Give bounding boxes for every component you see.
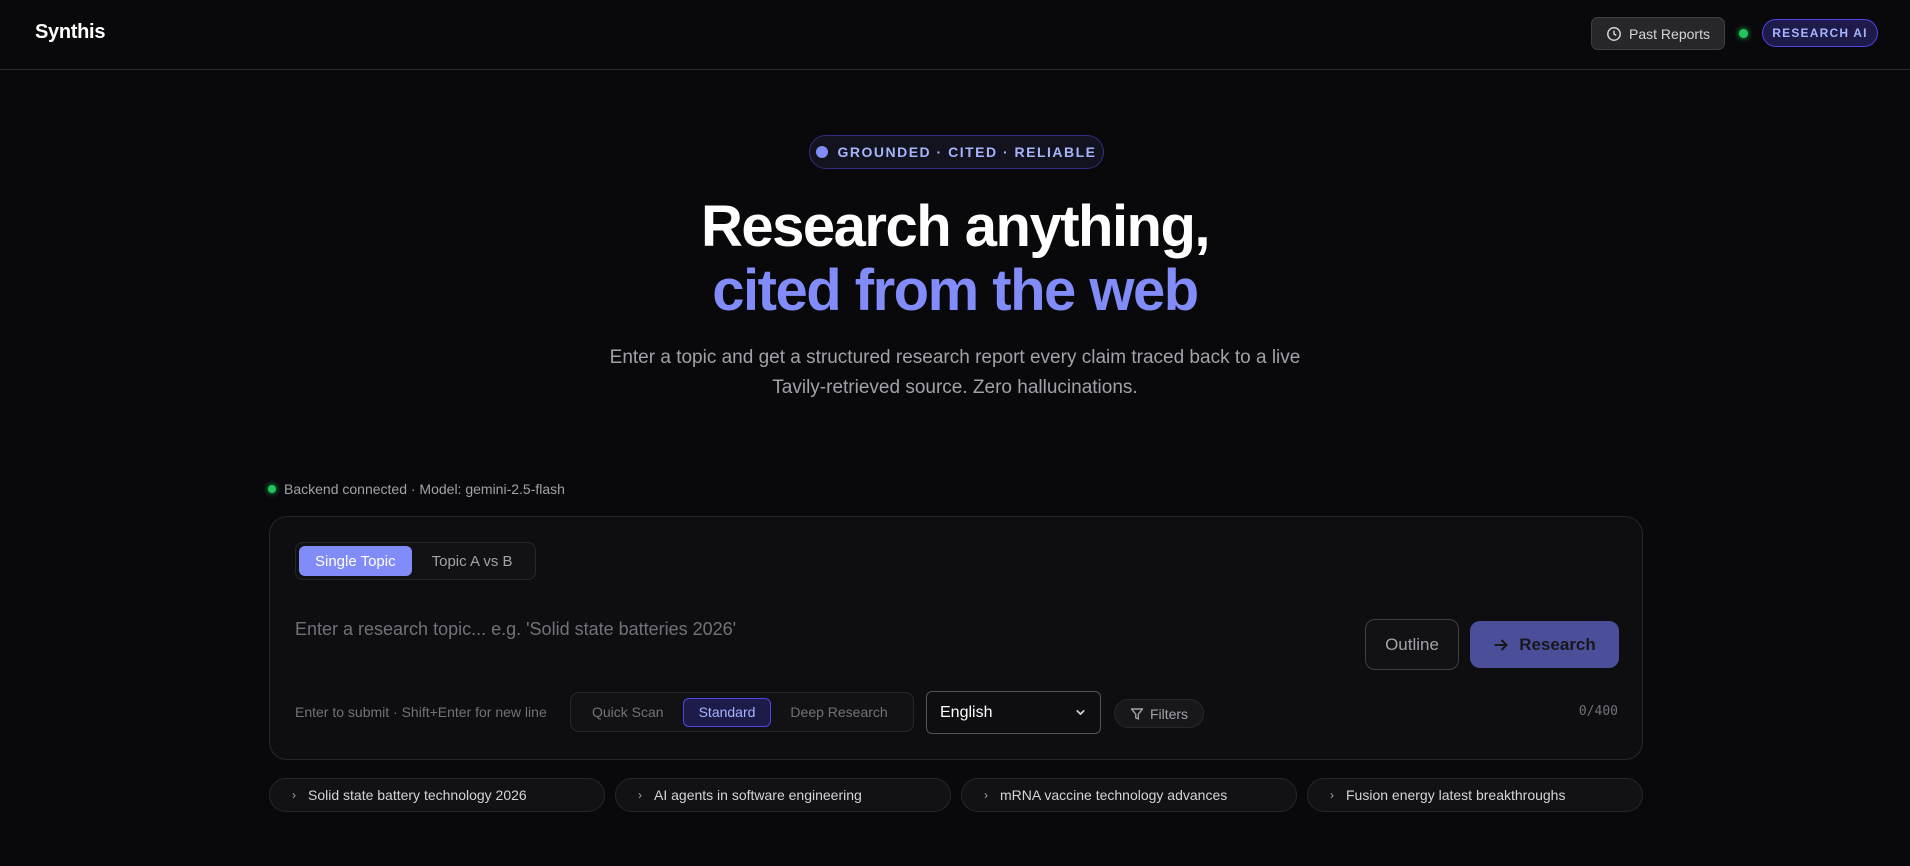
research-ai-badge: RESEARCH AI — [1762, 19, 1878, 47]
suggestion-chip[interactable]: › AI agents in software engineering — [615, 778, 951, 812]
depth-selector: Quick Scan Standard Deep Research — [570, 692, 914, 732]
pill-dot-icon — [816, 146, 829, 158]
chevron-right-icon: › — [1330, 788, 1334, 802]
suggestion-label: Solid state battery technology 2026 — [308, 787, 527, 803]
connected-dot-icon — [268, 485, 276, 493]
chevron-right-icon: › — [638, 788, 642, 802]
suggestion-label: Fusion energy latest breakthroughs — [1346, 787, 1566, 803]
suggestion-chip[interactable]: › Fusion energy latest breakthroughs — [1307, 778, 1643, 812]
language-value: English — [940, 703, 993, 721]
past-reports-button[interactable]: Past Reports — [1591, 17, 1725, 50]
arrow-right-icon — [1494, 639, 1508, 650]
submit-hint: Enter to submit · Shift+Enter for new li… — [295, 704, 547, 720]
filters-label: Filters — [1149, 705, 1189, 722]
chevron-right-icon: › — [292, 788, 296, 802]
suggestion-chip[interactable]: › Solid state battery technology 2026 — [269, 778, 605, 812]
hero-title-accent: cited from the web — [712, 258, 1199, 323]
mode-toggle: Single Topic Topic A vs B — [295, 542, 536, 580]
backend-status-text: Backend connected · Model: gemini-2.5-fl… — [284, 481, 565, 497]
status-indicator — [1739, 29, 1748, 38]
research-label: Research — [1519, 634, 1596, 654]
chevron-right-icon: › — [984, 788, 988, 802]
depth-quick-scan[interactable]: Quick Scan — [577, 698, 679, 727]
mode-single-topic[interactable]: Single Topic — [299, 546, 412, 576]
research-topic-input[interactable] — [295, 613, 1295, 645]
filter-icon — [1130, 707, 1144, 720]
top-bar: Synthis Past Reports RESEARCH AI — [0, 0, 1910, 70]
depth-standard[interactable]: Standard — [682, 697, 772, 727]
suggestion-list: › Solid state battery technology 2026 › … — [269, 778, 1643, 812]
mode-topic-compare[interactable]: Topic A vs B — [416, 546, 529, 576]
char-counter: 0/400 — [1578, 704, 1618, 719]
clock-icon — [1607, 26, 1621, 41]
chevron-down-icon — [1076, 710, 1085, 715]
suggestion-label: mRNA vaccine technology advances — [1000, 787, 1228, 803]
past-reports-label: Past Reports — [1629, 25, 1710, 42]
language-select[interactable]: English — [926, 691, 1101, 734]
hero-title: Research anything, — [700, 194, 1211, 259]
depth-deep-research[interactable]: Deep Research — [775, 698, 902, 727]
tagline-pill: GROUNDED · CITED · RELIABLE — [809, 135, 1104, 169]
suggestion-label: AI agents in software engineering — [654, 787, 862, 803]
research-form-card: Single Topic Topic A vs B Outline Resear… — [269, 516, 1643, 760]
backend-status: Backend connected · Model: gemini-2.5-fl… — [268, 481, 565, 497]
tagline-text: GROUNDED · CITED · RELIABLE — [837, 144, 1097, 160]
suggestion-chip[interactable]: › mRNA vaccine technology advances — [961, 778, 1297, 812]
app-logo[interactable]: Synthis — [35, 21, 105, 44]
hero-subtitle: Enter a topic and get a structured resea… — [609, 347, 1301, 398]
filters-button[interactable]: Filters — [1114, 699, 1204, 728]
outline-button[interactable]: Outline — [1365, 619, 1459, 670]
research-button[interactable]: Research — [1470, 621, 1619, 668]
